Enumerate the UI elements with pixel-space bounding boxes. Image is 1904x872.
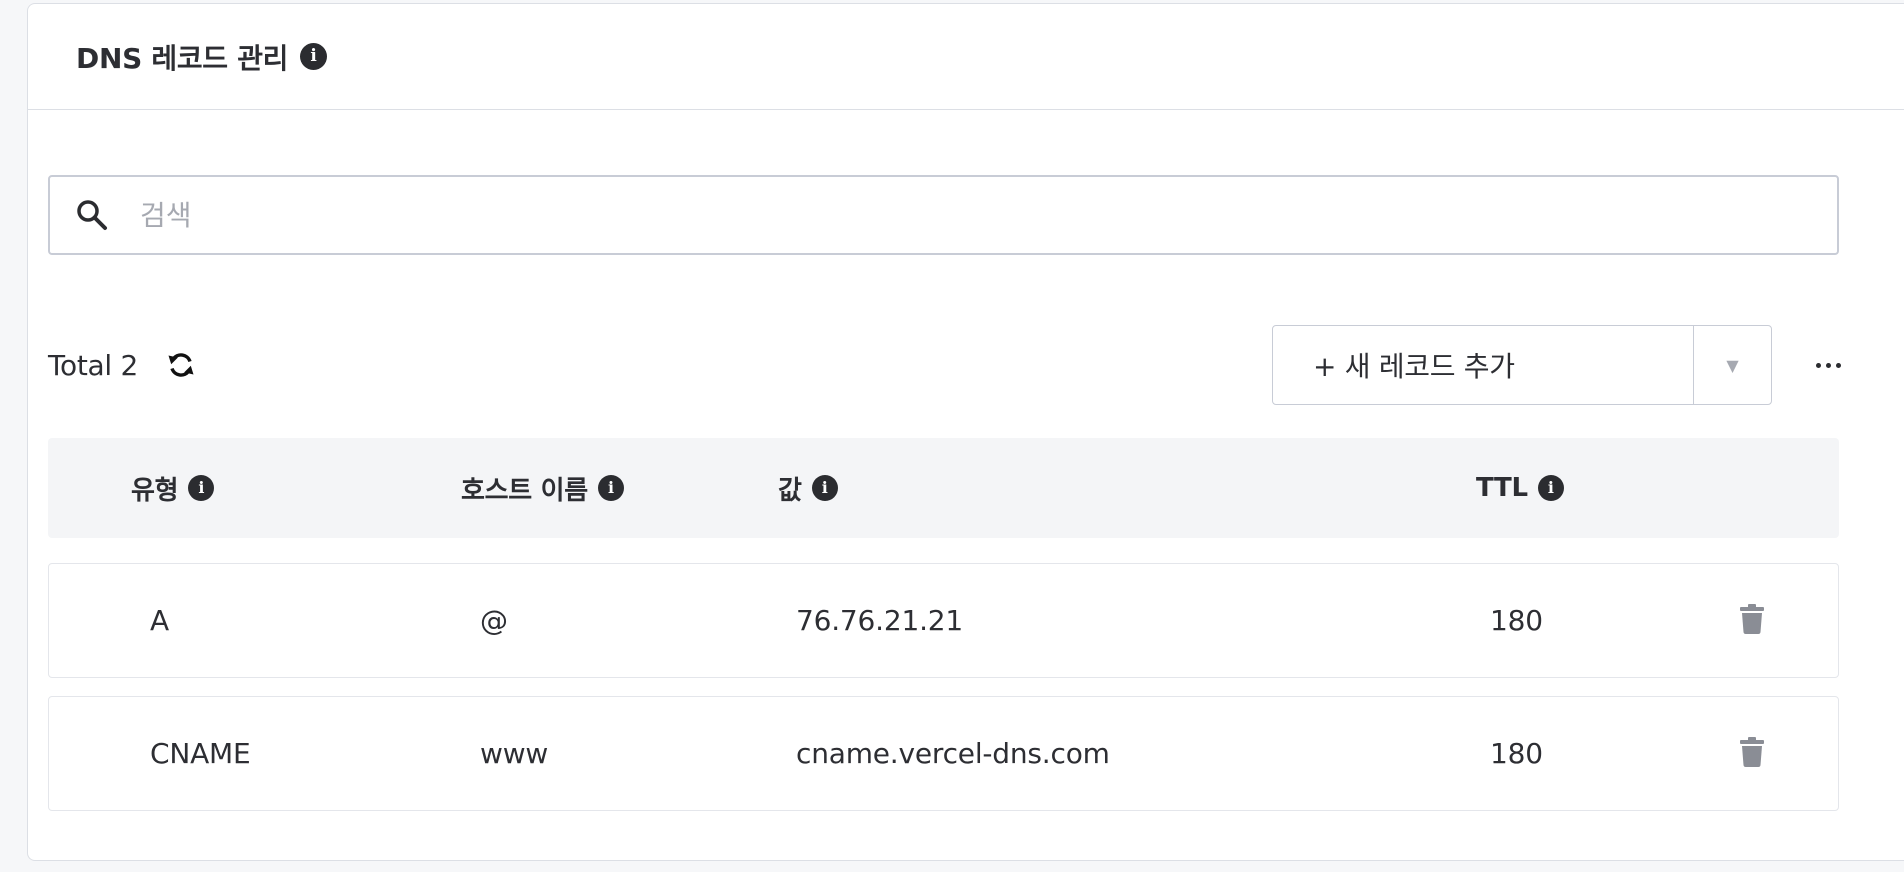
column-label: 호스트 이름 [461,475,588,506]
column-header-host: 호스트 이름 i [461,438,624,538]
info-icon[interactable]: i [300,43,328,70]
add-record-button[interactable]: + 새 레코드 추가 [1273,326,1694,404]
column-label: TTL [1476,473,1528,503]
info-icon[interactable]: i [1537,475,1564,501]
info-icon[interactable]: i [811,475,838,501]
record-type: A [150,603,169,637]
record-host: @ [480,603,508,637]
panel-header: DNS 레코드 관리 i [28,4,1904,110]
more-dot [1835,362,1841,368]
record-value: 76.76.21.21 [796,603,964,637]
record-ttl: 180 [1490,603,1543,637]
more-dot [1825,362,1831,368]
record-type: CNAME [150,736,251,770]
more-dot [1815,362,1821,368]
records-toolbar: Total 2 + 새 레코드 추가 ▼ [48,325,1841,405]
search-input[interactable] [140,198,1837,232]
trash-icon[interactable] [1740,604,1764,634]
table-row[interactable]: CNAME www cname.vercel-dns.com 180 [48,696,1839,811]
page-title: DNS 레코드 관리 [76,41,289,75]
record-host: www [480,736,549,770]
column-label: 유형 [131,475,179,506]
table-row[interactable]: A @ 76.76.21.21 180 [48,563,1839,678]
column-header-type: 유형 i [131,438,215,538]
column-header-value: 값 i [778,438,838,538]
more-icon[interactable] [1808,325,1848,405]
total-count: Total 2 [48,348,139,382]
search-box [48,175,1839,255]
column-label: 값 [778,475,802,506]
info-icon[interactable]: i [188,475,215,501]
info-icon[interactable]: i [597,475,624,501]
table-header: 유형 i 호스트 이름 i 값 i TTL i [48,438,1839,538]
refresh-icon[interactable] [166,350,196,380]
record-ttl: 180 [1490,736,1543,770]
search-icon [52,177,132,253]
trash-icon[interactable] [1740,737,1764,767]
add-record-split-button: + 새 레코드 추가 ▼ [1272,325,1772,405]
record-value: cname.vercel-dns.com [796,736,1110,770]
chevron-down-icon[interactable]: ▼ [1694,326,1771,404]
column-header-ttl: TTL i [1476,438,1564,538]
